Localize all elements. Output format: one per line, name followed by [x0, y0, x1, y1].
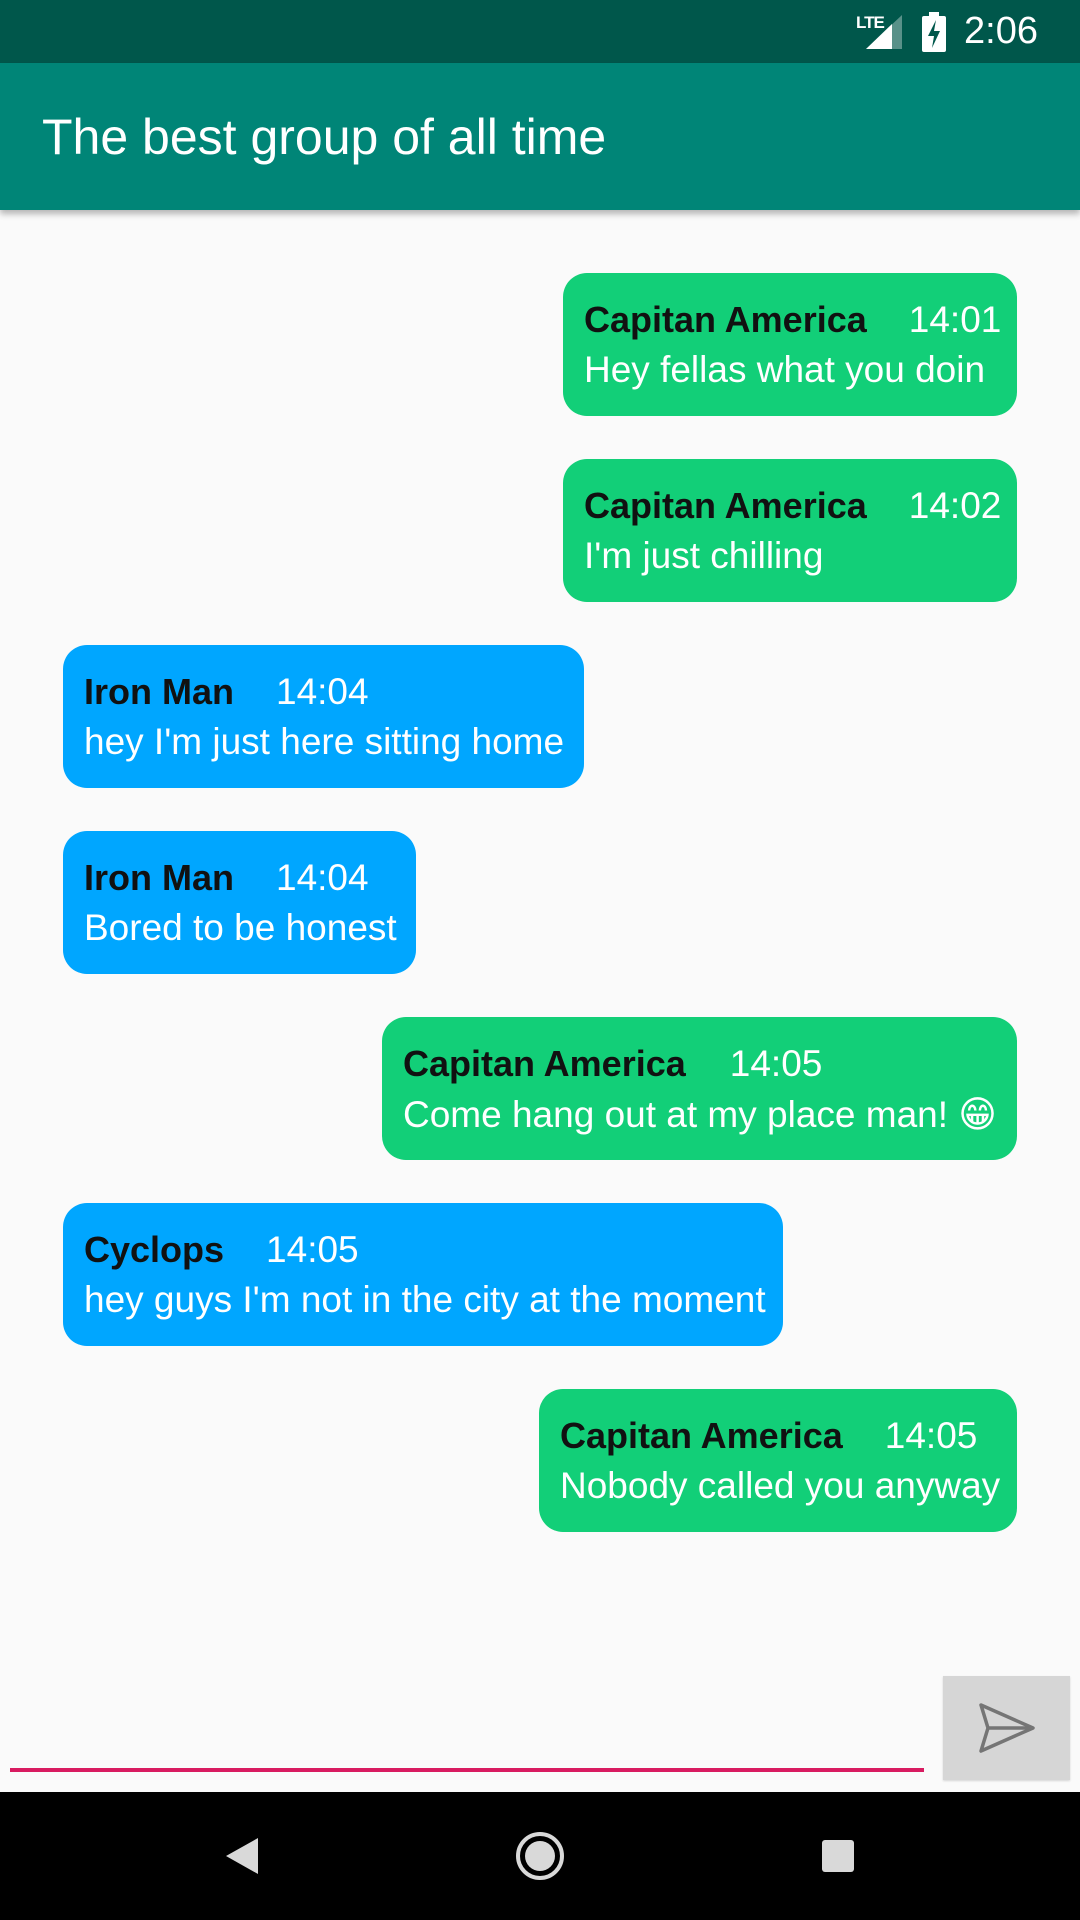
status-bar: LTE 2:06: [0, 0, 1080, 63]
message-text: I'm just chilling: [584, 535, 824, 576]
message-bubble: Capitan America 14:02 I'm just chilling: [563, 459, 1017, 602]
message-time: 14:01: [908, 299, 1002, 340]
message-bubble: Capitan America 14:05 Come hang out at m…: [382, 1017, 1017, 1160]
recents-button[interactable]: [778, 1792, 898, 1920]
app-bar: The best group of all time: [0, 63, 1080, 210]
input-underline: [10, 1768, 924, 1772]
message-time: 14:02: [908, 485, 1002, 526]
status-icons: LTE 2:06: [856, 0, 1038, 63]
message-bubble: Cyclops 14:05 hey guys I'm not in the ci…: [63, 1203, 783, 1346]
send-icon: [978, 1703, 1035, 1753]
message-sender: Iron Man: [84, 671, 234, 712]
status-clock: 2:06: [964, 10, 1038, 52]
back-button[interactable]: [182, 1792, 302, 1920]
system-navigation-bar: [0, 1792, 1080, 1920]
message-text: Hey fellas what you doin: [584, 349, 986, 390]
message-time: 14:05: [729, 1043, 823, 1084]
message-time: 14:05: [266, 1229, 359, 1270]
message-sender: Capitan America: [560, 1415, 843, 1456]
message-text: hey I'm just here sitting home: [84, 721, 565, 762]
cell-signal-icon: [866, 14, 903, 49]
message-text: Nobody called you anyway: [560, 1465, 1001, 1506]
message-sender: Capitan America: [584, 299, 867, 340]
message-time: 14:04: [276, 857, 369, 898]
message-bubble: Iron Man 14:04 hey I'm just here sitting…: [63, 645, 584, 788]
message-time: 14:05: [884, 1415, 978, 1456]
message-time: 14:04: [276, 671, 369, 712]
message-sender: Iron Man: [84, 857, 234, 898]
message-bubble: Capitan America 14:05 Nobody called you …: [539, 1389, 1017, 1532]
message-sender: Capitan America: [584, 485, 867, 526]
message-sender: Cyclops: [84, 1229, 225, 1270]
grinning-face-emoji-icon: 😁: [958, 1093, 997, 1136]
message-composer: [0, 1640, 1080, 1806]
message-text: Bored to be honest: [84, 907, 397, 948]
send-button[interactable]: [943, 1676, 1070, 1780]
back-triangle-icon: [226, 1838, 258, 1874]
signal-indicator: LTE: [856, 11, 904, 53]
message-list[interactable]: Capitan America 14:01 Hey fellas what yo…: [0, 210, 1080, 1640]
message-bubble: Capitan America 14:01 Hey fellas what yo…: [563, 273, 1017, 416]
home-circle-icon: [516, 1832, 564, 1880]
message-sender: Capitan America: [403, 1043, 686, 1084]
message-bubble: Iron Man 14:04 Bored to be honest: [63, 831, 416, 974]
recents-square-icon: [822, 1840, 854, 1872]
battery-charging-icon: [922, 11, 947, 52]
message-text-body: Come hang out at my place man!: [403, 1094, 949, 1135]
chat-title: The best group of all time: [42, 108, 607, 165]
message-text: hey guys I'm not in the city at the mome…: [84, 1279, 766, 1320]
message-text: Come hang out at my place man! 😁: [403, 1093, 997, 1136]
home-button[interactable]: [480, 1792, 600, 1920]
